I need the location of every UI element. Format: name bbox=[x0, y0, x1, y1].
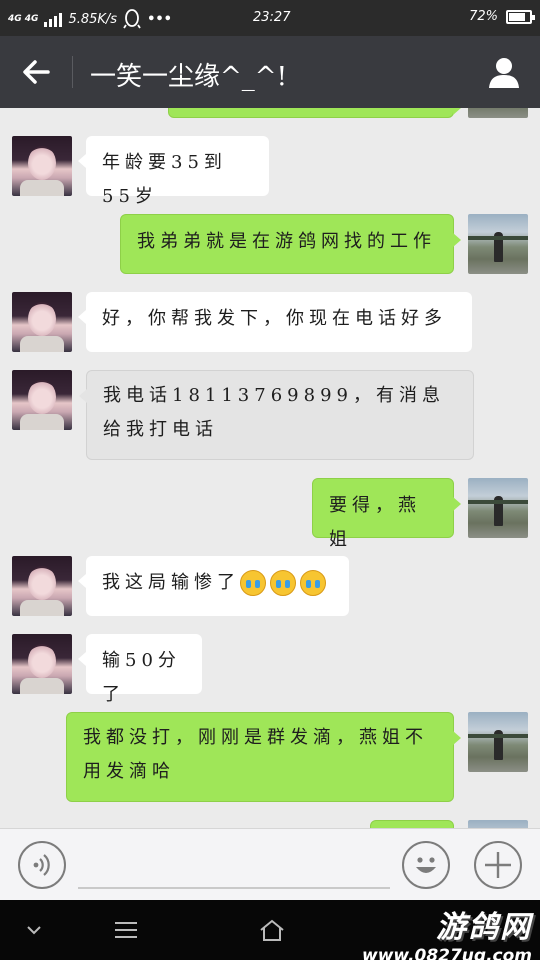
voice-button[interactable] bbox=[18, 841, 66, 889]
message-bubble[interactable]: 我都没打，刚刚是群发滴，燕姐不用发滴哈 bbox=[66, 712, 461, 802]
plus-icon bbox=[485, 852, 511, 878]
voice-icon bbox=[33, 854, 50, 876]
status-bar: 4G 4G 5.85K/s ••• 23:27 72% bbox=[0, 0, 540, 36]
my-avatar[interactable] bbox=[468, 214, 528, 274]
clock: 23:27 bbox=[253, 10, 291, 25]
crying-face-icon bbox=[240, 570, 266, 596]
message-text: 输50分了 bbox=[102, 650, 181, 705]
emoji-button[interactable] bbox=[402, 841, 450, 889]
message-text: 要得，燕姐 bbox=[329, 495, 421, 550]
message-bubble[interactable]: 输50分了 bbox=[78, 634, 202, 705]
message-text: 我弟弟就是在游鸽网找的工作 bbox=[137, 231, 436, 252]
home-icon[interactable] bbox=[258, 918, 286, 942]
message-bubble[interactable]: 我电话18113769899，有消息给我打电话 bbox=[79, 370, 474, 460]
status-right: 72% bbox=[469, 9, 535, 24]
menu-icon[interactable] bbox=[112, 918, 140, 942]
my-avatar[interactable] bbox=[468, 820, 528, 828]
smiley-icon bbox=[416, 857, 436, 873]
status-left: 4G 4G 5.85K/s ••• bbox=[8, 9, 172, 29]
message-text: 好，你帮我发下，你现在电话好多 bbox=[102, 308, 447, 329]
watermark: 游鸽网 www.0827ug.com bbox=[362, 902, 532, 960]
more-notifications: ••• bbox=[147, 11, 172, 27]
message-bubble[interactable]: 我弟弟就是在游鸽网找的工作 bbox=[120, 214, 461, 274]
message-bubble[interactable]: 好，你帮我发下，你现在电话好多 bbox=[78, 292, 472, 352]
battery-percent: 72% bbox=[469, 9, 498, 24]
contact-avatar[interactable] bbox=[12, 556, 72, 616]
message-text: 我电话18113769899，有消息给我打电话 bbox=[103, 385, 445, 440]
message-text: 我这局输惨了 bbox=[102, 572, 240, 593]
more-options-button[interactable] bbox=[474, 841, 522, 889]
contact-avatar[interactable] bbox=[12, 292, 72, 352]
contact-avatar[interactable] bbox=[12, 634, 72, 694]
message-text: 我都没打，刚刚是群发滴，燕姐不用发滴哈 bbox=[83, 727, 428, 782]
input-bar bbox=[0, 828, 540, 900]
partial-message-bubble[interactable] bbox=[370, 820, 454, 828]
message-text: 年龄要35到55岁 bbox=[102, 152, 227, 207]
my-avatar[interactable] bbox=[468, 712, 528, 772]
chevron-down-icon[interactable] bbox=[20, 918, 48, 942]
qq-icon bbox=[123, 9, 141, 29]
signal-icon bbox=[44, 11, 63, 27]
partial-message-bubble[interactable] bbox=[168, 108, 461, 118]
system-nav-bar: 游鸽网 www.0827ug.com bbox=[0, 900, 540, 960]
network-label: 4G 4G bbox=[8, 14, 39, 24]
chat-title: 一笑一尘缘^_^! bbox=[90, 62, 288, 92]
message-bubble[interactable]: 要得，燕姐 bbox=[312, 478, 461, 550]
header-divider bbox=[72, 56, 73, 88]
crying-face-icon bbox=[300, 570, 326, 596]
back-arrow-icon[interactable] bbox=[18, 54, 54, 90]
message-input[interactable] bbox=[78, 887, 390, 889]
contact-avatar[interactable] bbox=[12, 136, 72, 196]
network-speed: 5.85K/s bbox=[68, 11, 118, 27]
battery-icon bbox=[506, 9, 535, 24]
contact-profile-icon[interactable] bbox=[486, 54, 522, 90]
watermark-url: www.0827ug.com bbox=[362, 946, 532, 960]
message-bubble[interactable]: 我这局输惨了 bbox=[78, 556, 349, 616]
my-avatar[interactable] bbox=[468, 478, 528, 538]
message-list[interactable]: 年龄要35到55岁 我弟弟就是在游鸽网找的工作 好，你帮我发下，你现在电话好多 … bbox=[0, 108, 540, 828]
message-bubble[interactable]: 年龄要35到55岁 bbox=[78, 136, 269, 207]
chat-header: 一笑一尘缘^_^! bbox=[0, 36, 540, 108]
crying-face-icon bbox=[270, 570, 296, 596]
my-avatar[interactable] bbox=[468, 108, 528, 118]
watermark-name: 游鸽网 bbox=[436, 910, 532, 945]
contact-avatar[interactable] bbox=[12, 370, 72, 430]
